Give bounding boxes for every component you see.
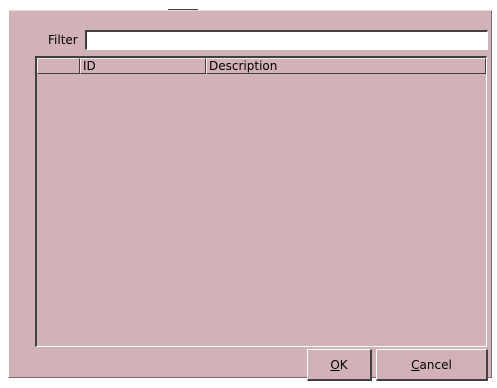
items-table[interactable]: ID Description <box>35 56 487 347</box>
ok-button[interactable]: OK <box>307 349 372 381</box>
select-item-dialog: Filter ID Description OK Cancel <box>0 0 497 388</box>
column-header-id[interactable]: ID <box>80 58 206 74</box>
table-body[interactable] <box>37 74 486 346</box>
column-header-select[interactable] <box>37 58 80 74</box>
filter-label: Filter <box>48 33 78 47</box>
table-header: ID Description <box>37 58 486 74</box>
filter-input[interactable] <box>85 30 488 50</box>
ok-mnemonic: O <box>330 357 340 372</box>
column-header-description[interactable]: Description <box>206 58 486 74</box>
cancel-button[interactable]: Cancel <box>376 349 488 381</box>
ok-label-rest: K <box>339 357 348 372</box>
cancel-mnemonic: C <box>411 357 420 372</box>
cancel-label-rest: ancel <box>419 357 452 372</box>
